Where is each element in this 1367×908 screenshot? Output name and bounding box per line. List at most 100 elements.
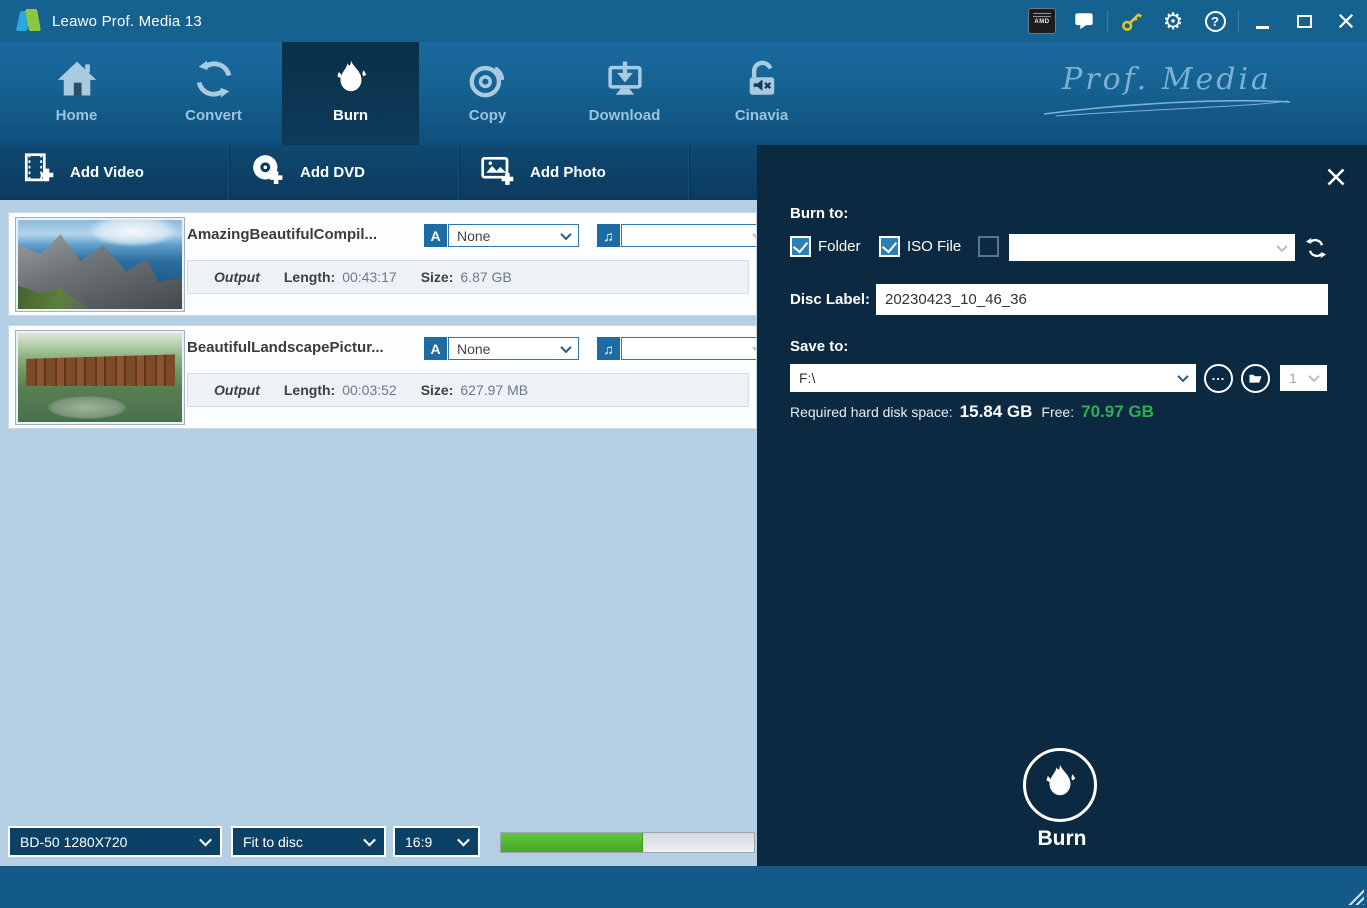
- add-video-icon: [20, 152, 56, 193]
- iso-file-checkbox[interactable]: [879, 236, 900, 257]
- subtitle-select[interactable]: None: [448, 337, 579, 360]
- chevron-down-icon: [560, 228, 572, 240]
- tab-download[interactable]: Download: [556, 42, 693, 145]
- open-folder-button[interactable]: [1241, 364, 1270, 393]
- titlebar-separator: [1107, 10, 1108, 32]
- iso-file-checkbox-label: ISO File: [907, 238, 962, 255]
- fit-mode-select[interactable]: Fit to disc: [231, 826, 386, 857]
- burn-button[interactable]: [1023, 748, 1097, 822]
- aspect-ratio-value: 16:9: [405, 833, 433, 850]
- output-info: Output Length: 00:43:17 Size: 6.87 GB: [187, 260, 749, 294]
- brand-swoosh: [1043, 99, 1291, 117]
- burn-flame-icon: [1039, 762, 1081, 809]
- media-list: AmazingBeautifulCompil... A None ♫ Outpu…: [0, 200, 757, 866]
- panel-close-button[interactable]: [1326, 167, 1346, 187]
- tab-copy[interactable]: Copy: [419, 42, 556, 145]
- tab-burn[interactable]: Burn: [282, 42, 419, 145]
- video-thumbnail: [15, 330, 185, 425]
- brand-logo: Prof. Media: [1042, 62, 1292, 117]
- disc-capacity-fill: [501, 833, 643, 852]
- free-space-label: Free:: [1041, 404, 1075, 420]
- folder-checkbox[interactable]: [790, 236, 811, 257]
- disk-space-info: Required hard disk space: 15.84 GB Free:…: [790, 402, 1154, 422]
- add-dvd-label: Add DVD: [300, 164, 365, 181]
- subtitle-select-value: None: [457, 227, 491, 244]
- leawo-logo-icon: [15, 9, 42, 33]
- register-key-icon[interactable]: [1110, 0, 1152, 42]
- size-value: 627.97 MB: [460, 382, 529, 398]
- video-thumbnail: [15, 217, 185, 312]
- output-label: Output: [214, 269, 260, 285]
- length-value: 00:43:17: [342, 269, 397, 285]
- download-icon: [602, 56, 648, 102]
- chevron-down-icon: [199, 833, 212, 847]
- save-path-select[interactable]: F:\: [790, 364, 1196, 392]
- audio-track-icon: ♫: [597, 337, 620, 360]
- feedback-icon[interactable]: [1063, 0, 1105, 42]
- chevron-down-icon: [363, 833, 376, 847]
- audio-track-icon: ♫: [597, 224, 620, 247]
- help-icon[interactable]: ?: [1194, 0, 1236, 42]
- required-space-label: Required hard disk space:: [790, 404, 953, 420]
- tab-label: Home: [55, 107, 98, 124]
- add-dvd-button[interactable]: Add DVD: [230, 145, 460, 200]
- convert-icon: [191, 56, 237, 102]
- subtitle-select-value: None: [457, 340, 491, 357]
- add-video-button[interactable]: Add Video: [0, 145, 230, 200]
- video-title: AmazingBeautifulCompil...: [187, 226, 378, 243]
- tab-label: Burn: [333, 107, 368, 124]
- free-space-value: 70.97 GB: [1081, 402, 1154, 421]
- copies-select[interactable]: 1: [1280, 365, 1327, 391]
- output-label: Output: [214, 382, 260, 398]
- refresh-drives-icon[interactable]: [1305, 237, 1327, 264]
- size-label: Size:: [420, 269, 454, 285]
- burn-settings-panel: Burn to: Folder ISO File Disc Label: Sav…: [757, 145, 1367, 866]
- resize-grip[interactable]: [1347, 888, 1364, 905]
- tab-cinavia[interactable]: Cinavia: [693, 42, 830, 145]
- tab-label: Download: [588, 107, 661, 124]
- subtitle-icon: A: [424, 337, 447, 360]
- output-info: Output Length: 00:03:52 Size: 627.97 MB: [187, 373, 749, 407]
- media-item-row-1[interactable]: AmazingBeautifulCompil... A None ♫ Outpu…: [8, 212, 757, 316]
- add-media-toolbar: Add Video Add DVD Add Photo: [0, 145, 757, 200]
- minimize-button[interactable]: [1241, 0, 1283, 42]
- tab-home[interactable]: Home: [8, 42, 145, 145]
- size-value: 6.87 GB: [460, 269, 512, 285]
- maximize-button[interactable]: [1283, 0, 1325, 42]
- disc-model-select[interactable]: BD-50 1280X720: [8, 826, 222, 857]
- disc-drive-select[interactable]: [1009, 234, 1295, 261]
- tab-label: Cinavia: [734, 107, 789, 124]
- chevron-down-icon: [1276, 240, 1288, 252]
- disc-drive-checkbox[interactable]: [978, 236, 999, 257]
- audio-select[interactable]: [621, 224, 756, 247]
- chevron-down-icon: [560, 341, 572, 353]
- close-button[interactable]: [1325, 0, 1367, 42]
- browse-ellipsis-button[interactable]: ...: [1204, 364, 1233, 393]
- home-icon: [54, 56, 100, 102]
- disc-model-value: BD-50 1280X720: [20, 833, 128, 850]
- copy-icon: [465, 56, 511, 102]
- burn-icon: [328, 56, 374, 102]
- disc-label-input[interactable]: [876, 284, 1328, 315]
- media-item-row-2[interactable]: BeautifulLandscapePictur... A None ♫ Out…: [8, 325, 757, 429]
- chevron-down-icon: [1177, 370, 1189, 383]
- titlebar: Leawo Prof. Media 13 AMD ⚙ ?: [0, 0, 1367, 42]
- copies-value: 1: [1289, 370, 1297, 386]
- settings-gear-icon[interactable]: ⚙: [1152, 0, 1194, 42]
- cinavia-icon: [739, 56, 785, 102]
- tab-convert[interactable]: Convert: [145, 42, 282, 145]
- tab-label: Copy: [468, 107, 507, 124]
- disc-capacity-bar: [500, 832, 755, 853]
- audio-select[interactable]: [621, 337, 756, 360]
- subtitle-select[interactable]: None: [448, 224, 579, 247]
- chevron-down-icon: [457, 833, 470, 847]
- add-dvd-icon: [250, 152, 286, 193]
- aspect-ratio-select[interactable]: 16:9: [393, 826, 480, 857]
- brand-script-text: Prof. Media: [1062, 62, 1272, 97]
- add-photo-button[interactable]: Add Photo: [460, 145, 690, 200]
- amd-badge-icon: AMD: [1021, 0, 1063, 42]
- length-value: 00:03:52: [342, 382, 397, 398]
- required-space-value: 15.84 GB: [959, 402, 1033, 421]
- folder-checkbox-label: Folder: [818, 238, 861, 255]
- size-label: Size:: [420, 382, 454, 398]
